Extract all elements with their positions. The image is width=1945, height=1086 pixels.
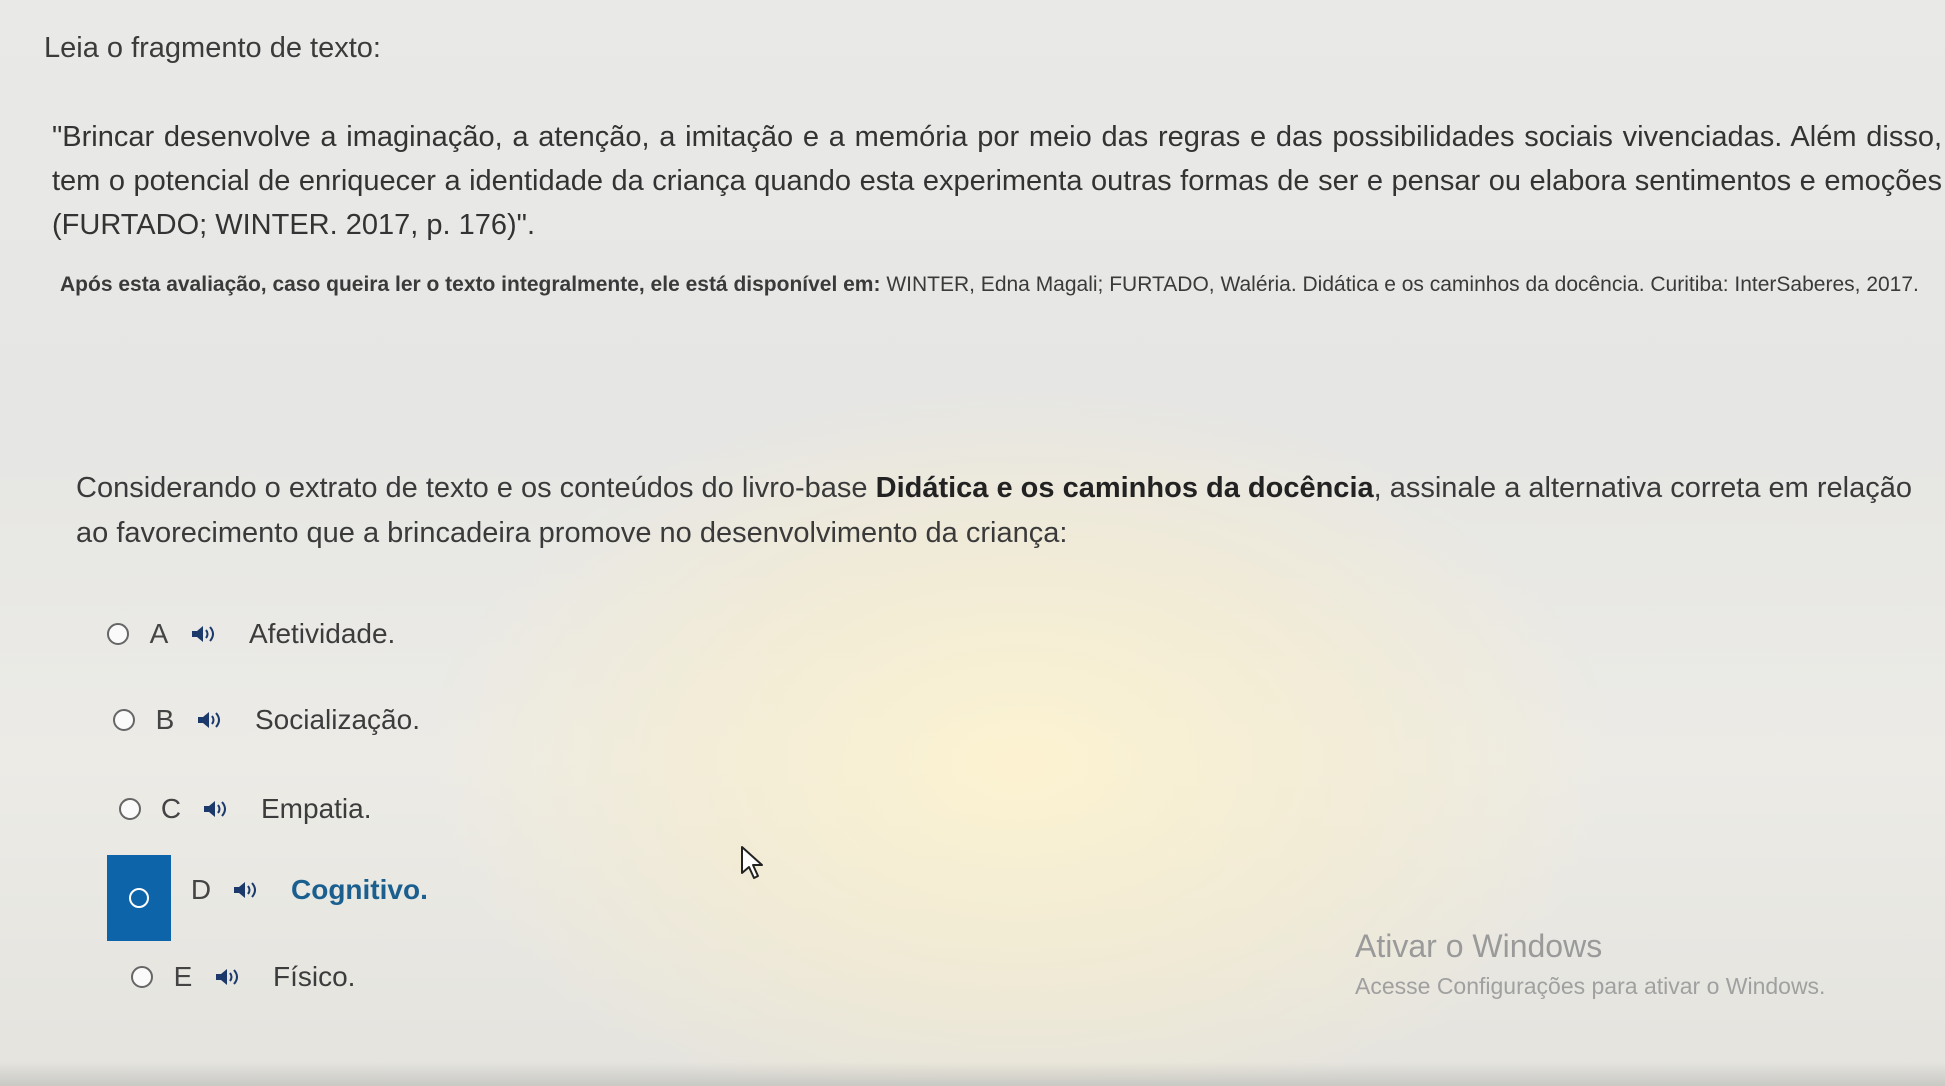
radio-icon[interactable] <box>113 709 135 731</box>
option-text[interactable]: Afetividade. <box>249 618 395 650</box>
radio-selected-icon[interactable] <box>129 888 149 908</box>
option-d[interactable]: D Cognitivo. <box>171 860 428 920</box>
speaker-icon[interactable] <box>201 797 241 821</box>
speaker-icon[interactable] <box>213 965 253 989</box>
option-letter: A <box>149 618 169 649</box>
radio-icon[interactable] <box>119 798 141 820</box>
option-letter: C <box>160 793 182 824</box>
option-a[interactable]: A Afetividade. <box>107 604 395 664</box>
question-text: Considerando o extrato de texto e os con… <box>76 466 1936 556</box>
option-text[interactable]: Cognitivo. <box>291 874 428 906</box>
radio-icon[interactable] <box>107 623 129 645</box>
option-letter: E <box>173 961 193 992</box>
option-b[interactable]: B Socialização. <box>113 690 420 750</box>
option-text[interactable]: Físico. <box>273 961 355 993</box>
activation-watermark-title: Ativar o Windows <box>1355 928 1603 964</box>
option-letter: B <box>155 704 175 735</box>
mouse-pointer-icon <box>740 845 766 886</box>
question-book-title: Didática e os caminhos da docência <box>875 472 1374 504</box>
question-part1: Considerando o extrato de texto e os con… <box>76 472 876 504</box>
intro-heading: Leia o fragmento de texto: <box>44 32 381 64</box>
reference-note-citation: WINTER, Edna Magali; FURTADO, Waléria. D… <box>880 273 1919 296</box>
option-c[interactable]: C Empatia. <box>119 779 372 839</box>
speaker-icon[interactable] <box>195 708 235 732</box>
radio-icon[interactable] <box>131 966 153 988</box>
reference-note-prefix: Após esta avaliação, caso queira ler o t… <box>60 273 881 296</box>
option-text[interactable]: Socialização. <box>255 704 420 736</box>
selected-radio-box[interactable] <box>107 855 171 941</box>
speaker-icon[interactable] <box>189 622 229 646</box>
option-e[interactable]: E Físico. <box>131 947 355 1007</box>
option-letter: D <box>190 874 212 905</box>
reference-note: Após esta avaliação, caso queira ler o t… <box>60 262 1940 308</box>
bottom-edge <box>0 1062 1945 1086</box>
speaker-icon[interactable] <box>231 878 271 902</box>
option-text[interactable]: Empatia. <box>261 793 372 825</box>
quote-text: "Brincar desenvolve a imaginação, a aten… <box>52 121 1942 241</box>
activation-watermark-subtitle: Acesse Configurações para ativar o Windo… <box>1355 973 1826 999</box>
